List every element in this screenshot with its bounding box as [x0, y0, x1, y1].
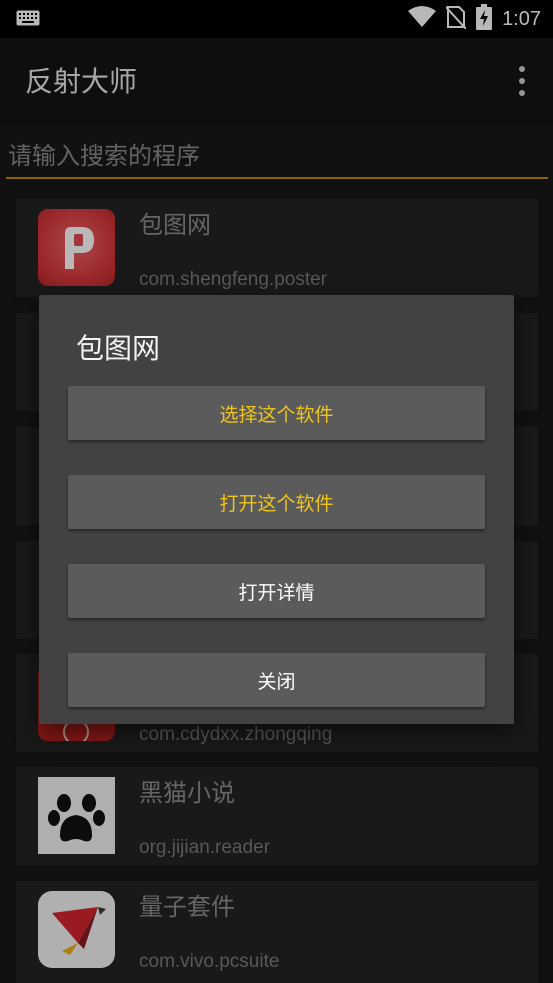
open-details-button[interactable]: 打开详情 — [68, 564, 485, 618]
screen: 1:07 反射大师 包图网 com.shengfeng.poster — [0, 0, 553, 983]
select-app-button[interactable]: 选择这个软件 — [68, 386, 485, 440]
open-app-button[interactable]: 打开这个软件 — [68, 475, 485, 529]
close-button[interactable]: 关闭 — [68, 653, 485, 707]
app-action-dialog: 包图网 选择这个软件 打开这个软件 打开详情 关闭 — [39, 295, 514, 724]
dialog-title: 包图网 — [76, 332, 161, 365]
